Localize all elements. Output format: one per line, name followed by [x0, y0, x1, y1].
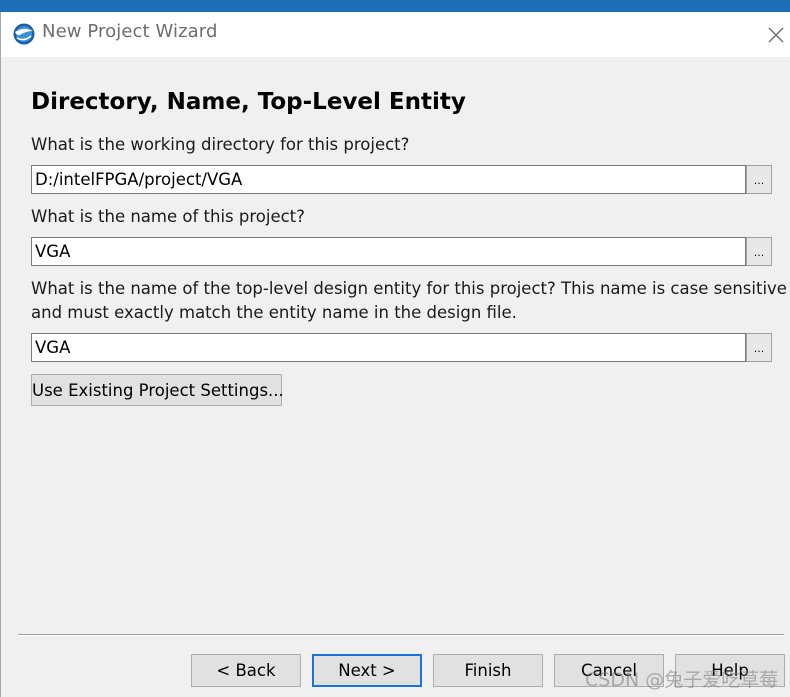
top-level-entity-input[interactable] — [31, 333, 746, 362]
entity-label-line2: and must exactly match the entity name i… — [31, 303, 517, 322]
new-project-wizard-dialog: New Project Wizard Directory, Name, Top-… — [0, 12, 790, 697]
project-name-browse-button[interactable]: ... — [746, 237, 772, 266]
ellipsis-icon: ... — [753, 174, 765, 187]
cancel-button[interactable]: Cancel — [554, 654, 664, 687]
background-window-strip — [0, 0, 790, 12]
directory-label: What is the working directory for this p… — [31, 135, 410, 154]
entity-label-line1: What is the name of the top-level design… — [31, 279, 787, 298]
close-button[interactable] — [763, 22, 789, 48]
entity-browse-button[interactable]: ... — [746, 333, 772, 362]
ellipsis-icon: ... — [753, 342, 765, 355]
next-button[interactable]: Next > — [312, 654, 422, 687]
finish-button[interactable]: Finish — [433, 654, 543, 687]
project-name-label: What is the name of this project? — [31, 207, 305, 226]
close-icon — [768, 27, 784, 43]
title-bar[interactable]: New Project Wizard — [1, 12, 790, 57]
help-button[interactable]: Help — [675, 654, 785, 687]
use-existing-settings-button[interactable]: Use Existing Project Settings... — [31, 374, 284, 406]
directory-browse-button[interactable]: ... — [746, 165, 772, 194]
quartus-app-icon — [12, 22, 36, 46]
directory-input[interactable] — [31, 165, 746, 194]
window-title: New Project Wizard — [42, 21, 218, 42]
page-title: Directory, Name, Top-Level Entity — [31, 89, 466, 115]
back-button[interactable]: < Back — [191, 654, 301, 687]
ellipsis-icon: ... — [753, 246, 765, 259]
footer-separator — [18, 634, 784, 636]
project-name-input[interactable] — [31, 237, 746, 266]
